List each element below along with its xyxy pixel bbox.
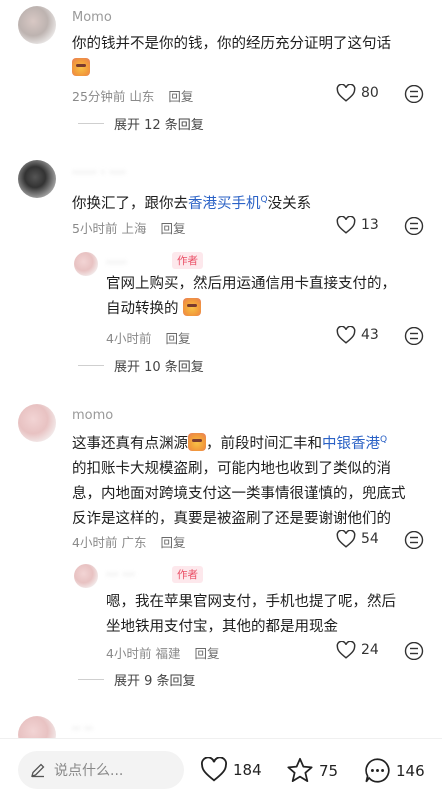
divider-line <box>78 679 104 680</box>
comment-username[interactable]: momo <box>72 408 113 423</box>
reply-username[interactable]: ··· ··· <box>106 568 135 583</box>
avatar[interactable] <box>18 6 56 44</box>
comment-count: 146 <box>396 761 425 780</box>
more-icon <box>404 641 424 661</box>
reply-button[interactable]: 回复 <box>168 89 193 104</box>
reply-meta: 4小时前 回复 <box>106 331 191 346</box>
like-count: 13 <box>361 217 379 233</box>
avatar[interactable] <box>18 160 56 198</box>
heart-icon <box>336 216 356 234</box>
author-badge: 作者 <box>172 566 203 583</box>
expand-replies-button[interactable]: 展开 10 条回复 <box>78 356 204 375</box>
favorite-count: 75 <box>319 761 339 780</box>
like-count: 54 <box>361 531 379 547</box>
reply-avatar[interactable] <box>74 564 98 588</box>
like-button[interactable]: 54 <box>336 530 379 548</box>
more-options-button[interactable] <box>404 530 424 553</box>
reply-username[interactable]: ····· <box>106 256 127 271</box>
comment-text[interactable]: 你换汇了，跟你去香港买手机Q没关系 <box>72 188 311 217</box>
more-options-button[interactable] <box>404 641 424 664</box>
heart-icon <box>336 641 356 659</box>
like-post-button[interactable]: 184 <box>200 757 262 782</box>
more-icon <box>404 530 424 550</box>
favorite-button[interactable]: 75 <box>286 757 338 784</box>
comment-username[interactable]: ······ · ···· <box>72 166 126 181</box>
heart-icon <box>336 84 356 102</box>
like-count: 80 <box>361 85 379 101</box>
expand-replies-button[interactable]: 展开 9 条回复 <box>78 670 196 689</box>
reply-text[interactable]: 嗯，我在苹果官网支付，手机也提了呢，然后 坐地铁用支付宝，其他的都是用现金 <box>106 590 396 640</box>
comment-meta: 4小时前 广东 回复 <box>72 535 186 550</box>
comment-input[interactable]: 说点什么... <box>18 751 184 789</box>
like-count: 43 <box>361 327 379 343</box>
bottom-action-bar: 说点什么... 184 75 146 <box>0 738 442 801</box>
comment-input-placeholder: 说点什么... <box>54 763 124 779</box>
divider-line <box>78 365 104 366</box>
like-button[interactable]: 24 <box>336 641 379 659</box>
search-icon: Q <box>380 435 388 445</box>
comments-button[interactable]: 146 <box>364 757 425 784</box>
heart-icon <box>336 530 356 548</box>
like-button[interactable]: 13 <box>336 216 379 234</box>
heart-icon <box>336 326 356 344</box>
reply-meta: 4小时前 福建 回复 <box>106 646 220 661</box>
comment-meta: 25分钟前 山东 回复 <box>72 89 194 104</box>
sticker-emoji-icon <box>72 58 90 76</box>
sticker-emoji-icon <box>183 298 202 316</box>
reply-button[interactable]: 回复 <box>160 221 185 236</box>
comment-username[interactable]: Momo <box>72 10 112 25</box>
like-count: 24 <box>361 642 379 658</box>
sticker-emoji-icon <box>188 432 206 451</box>
pen-icon <box>31 763 45 778</box>
divider-line <box>78 123 104 124</box>
more-options-button[interactable] <box>404 326 424 349</box>
star-icon <box>287 757 313 782</box>
reply-text[interactable]: 官网上购买，然后用运通信用卡直接支付的， 自动转换的 <box>106 272 396 322</box>
expand-replies-button[interactable]: 展开 12 条回复 <box>78 114 204 133</box>
post-like-count: 184 <box>233 760 262 779</box>
comment-bubble-icon <box>365 758 390 783</box>
comment-text[interactable]: 这事还真有点渊源 ，前段时间汇丰和中银香港Q 的扣账卡大规模盗刷，可能内地也收到了… <box>72 428 406 532</box>
search-icon: Q <box>260 195 268 205</box>
comment-meta: 5小时前 上海 回复 <box>72 221 186 236</box>
comment-text[interactable]: 你的钱并不是你的钱，你的经历充分证明了这句话 <box>72 32 391 82</box>
reply-button[interactable]: 回复 <box>160 535 185 550</box>
more-icon <box>404 326 424 346</box>
reply-button[interactable]: 回复 <box>165 331 190 346</box>
like-button[interactable]: 80 <box>336 84 379 102</box>
like-button[interactable]: 43 <box>336 326 379 344</box>
search-link[interactable]: 中银香港 <box>322 436 380 452</box>
more-options-button[interactable] <box>404 216 424 239</box>
avatar[interactable] <box>18 404 56 442</box>
more-options-button[interactable] <box>404 84 424 107</box>
reply-avatar[interactable] <box>74 252 98 276</box>
comment-username[interactable]: ·· ·· <box>72 722 93 737</box>
heart-icon <box>201 757 227 782</box>
more-icon <box>404 216 424 236</box>
more-icon <box>404 84 424 104</box>
search-link[interactable]: 香港买手机 <box>188 196 261 212</box>
author-badge: 作者 <box>172 252 203 269</box>
reply-button[interactable]: 回复 <box>194 646 219 661</box>
